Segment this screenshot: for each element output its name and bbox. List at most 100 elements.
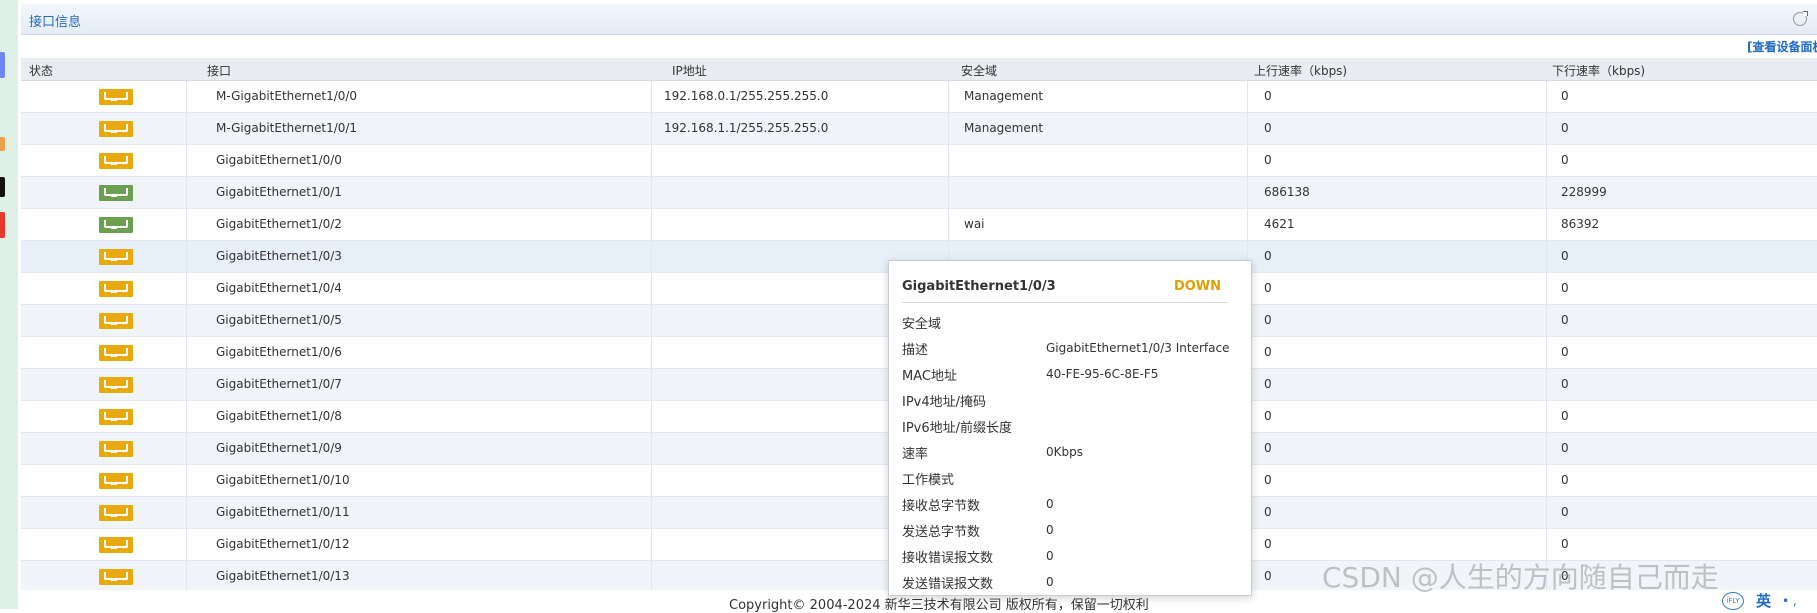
port-status-icon[interactable] bbox=[99, 185, 133, 201]
column-divider bbox=[651, 273, 652, 304]
download-rate-cell: 0 bbox=[1561, 313, 1569, 327]
table-row[interactable]: M-GigabitEthernet1/0/0 192.168.0.1/255.25… bbox=[21, 81, 1817, 113]
column-divider bbox=[1546, 81, 1547, 112]
table-row[interactable]: GigabitEthernet1/0/0 0 0 bbox=[21, 145, 1817, 177]
popup-field-row: 速率 0Kbps bbox=[902, 443, 1242, 465]
download-rate-cell: 0 bbox=[1561, 441, 1569, 455]
popup-field-label: IPv4地址/掩码 bbox=[902, 395, 987, 410]
column-divider bbox=[1247, 81, 1248, 112]
download-rate-cell: 0 bbox=[1561, 121, 1569, 135]
refresh-icon[interactable] bbox=[1793, 11, 1808, 26]
popup-field-label: 速率 bbox=[902, 447, 929, 462]
interface-name-cell: GigabitEthernet1/0/13 bbox=[216, 569, 350, 583]
ime-punctuation-icon[interactable]: • , bbox=[1782, 594, 1797, 608]
port-status-icon[interactable] bbox=[99, 377, 133, 393]
column-divider bbox=[186, 81, 187, 112]
upload-rate-cell: 0 bbox=[1264, 89, 1272, 103]
column-divider bbox=[1247, 177, 1248, 208]
column-divider bbox=[651, 369, 652, 400]
column-divider bbox=[1546, 209, 1547, 240]
interface-name-cell: GigabitEthernet1/0/8 bbox=[216, 409, 342, 423]
popup-field-label: 工作模式 bbox=[902, 473, 955, 488]
upload-rate-cell: 686138 bbox=[1264, 185, 1310, 199]
popup-field-value: 0 bbox=[1046, 523, 1054, 537]
security-zone-cell: wai bbox=[964, 217, 985, 231]
view-device-panel-link[interactable]: [查看设备面板] bbox=[1747, 38, 1817, 55]
table-row[interactable]: GigabitEthernet1/0/1 686138 228999 bbox=[21, 177, 1817, 209]
column-divider bbox=[651, 241, 652, 272]
column-divider bbox=[948, 177, 949, 208]
column-divider bbox=[186, 529, 187, 560]
header-ip[interactable]: IP地址 bbox=[672, 62, 707, 79]
table-header: 状态 接口 IP地址 安全域 上行速率（kbps) 下行速率（kbps) bbox=[21, 58, 1817, 81]
upload-rate-cell: 0 bbox=[1264, 345, 1272, 359]
ifly-icon[interactable]: iFLY bbox=[1722, 592, 1744, 610]
column-divider bbox=[651, 209, 652, 240]
port-status-icon[interactable] bbox=[99, 569, 133, 585]
port-status-icon[interactable] bbox=[99, 153, 133, 169]
header-zone[interactable]: 安全域 bbox=[961, 62, 997, 79]
download-rate-cell: 0 bbox=[1561, 89, 1569, 103]
popup-status-badge: DOWN bbox=[1173, 279, 1221, 294]
column-divider bbox=[1546, 337, 1547, 368]
port-status-icon[interactable] bbox=[99, 217, 133, 233]
header-status[interactable]: 状态 bbox=[29, 62, 53, 79]
port-status-icon[interactable] bbox=[99, 473, 133, 489]
app-edge-icon bbox=[0, 177, 5, 197]
port-status-icon[interactable] bbox=[99, 345, 133, 361]
column-divider bbox=[186, 465, 187, 496]
column-divider bbox=[1546, 465, 1547, 496]
column-divider bbox=[651, 113, 652, 144]
popup-field-row: 安全域 bbox=[902, 313, 1242, 335]
column-divider bbox=[186, 433, 187, 464]
popup-field-row: 描述 GigabitEthernet1/0/3 Interface bbox=[902, 339, 1242, 361]
popup-field-value: 40-FE-95-6C-8E-F5 bbox=[1046, 367, 1159, 381]
ip-address-cell: 192.168.0.1/255.255.255.0 bbox=[664, 89, 829, 103]
interface-name-cell: GigabitEthernet1/0/7 bbox=[216, 377, 342, 391]
column-divider bbox=[651, 465, 652, 496]
column-divider bbox=[1546, 369, 1547, 400]
table-row[interactable]: GigabitEthernet1/0/2 wai 4621 86392 bbox=[21, 209, 1817, 241]
column-divider bbox=[186, 113, 187, 144]
download-rate-cell: 0 bbox=[1561, 505, 1569, 519]
popup-field-label: IPv6地址/前缀长度 bbox=[902, 421, 1013, 436]
download-rate-cell: 86392 bbox=[1561, 217, 1600, 231]
column-divider bbox=[651, 401, 652, 432]
port-status-icon[interactable] bbox=[99, 281, 133, 297]
popup-field-label: 发送错误报文数 bbox=[902, 577, 994, 592]
port-status-icon[interactable] bbox=[99, 249, 133, 265]
port-status-icon[interactable] bbox=[99, 441, 133, 457]
interface-name-cell: GigabitEthernet1/0/2 bbox=[216, 217, 342, 231]
interface-name-cell: M-GigabitEthernet1/0/0 bbox=[216, 89, 358, 103]
download-rate-cell: 0 bbox=[1561, 409, 1569, 423]
port-status-icon[interactable] bbox=[99, 537, 133, 553]
interface-name-cell: GigabitEthernet1/0/4 bbox=[216, 281, 342, 295]
column-divider bbox=[651, 497, 652, 528]
upload-rate-cell: 0 bbox=[1264, 537, 1272, 551]
upload-rate-cell: 0 bbox=[1264, 249, 1272, 263]
port-status-icon[interactable] bbox=[99, 89, 133, 105]
app-edge-icon bbox=[0, 212, 5, 238]
security-zone-cell: Management bbox=[964, 121, 1044, 135]
upload-rate-cell: 0 bbox=[1264, 281, 1272, 295]
interface-name-cell: M-GigabitEthernet1/0/1 bbox=[216, 121, 358, 135]
watermark: CSDN @人生的方向随自己而走 bbox=[1322, 561, 1719, 594]
table-row[interactable]: M-GigabitEthernet1/0/1 192.168.1.1/255.25… bbox=[21, 113, 1817, 145]
download-rate-cell: 0 bbox=[1561, 345, 1569, 359]
ime-language-label[interactable]: 英 bbox=[1756, 590, 1771, 611]
column-divider bbox=[651, 529, 652, 560]
header-download[interactable]: 下行速率（kbps) bbox=[1552, 62, 1645, 79]
column-divider bbox=[186, 401, 187, 432]
port-status-icon[interactable] bbox=[99, 121, 133, 137]
column-divider bbox=[948, 209, 949, 240]
header-upload[interactable]: 上行速率（kbps) bbox=[1254, 62, 1347, 79]
download-rate-cell: 228999 bbox=[1561, 185, 1607, 199]
taskbar-ime: iFLY 英 • , bbox=[1722, 590, 1817, 611]
header-interface[interactable]: 接口 bbox=[207, 62, 231, 79]
port-status-icon[interactable] bbox=[99, 505, 133, 521]
column-divider bbox=[186, 177, 187, 208]
footer-copyright: Copyright© 2004-2024 新华三技术有限公司 版权所有，保留一切… bbox=[729, 598, 1149, 613]
upload-rate-cell: 4621 bbox=[1264, 217, 1295, 231]
port-status-icon[interactable] bbox=[99, 409, 133, 425]
port-status-icon[interactable] bbox=[99, 313, 133, 329]
